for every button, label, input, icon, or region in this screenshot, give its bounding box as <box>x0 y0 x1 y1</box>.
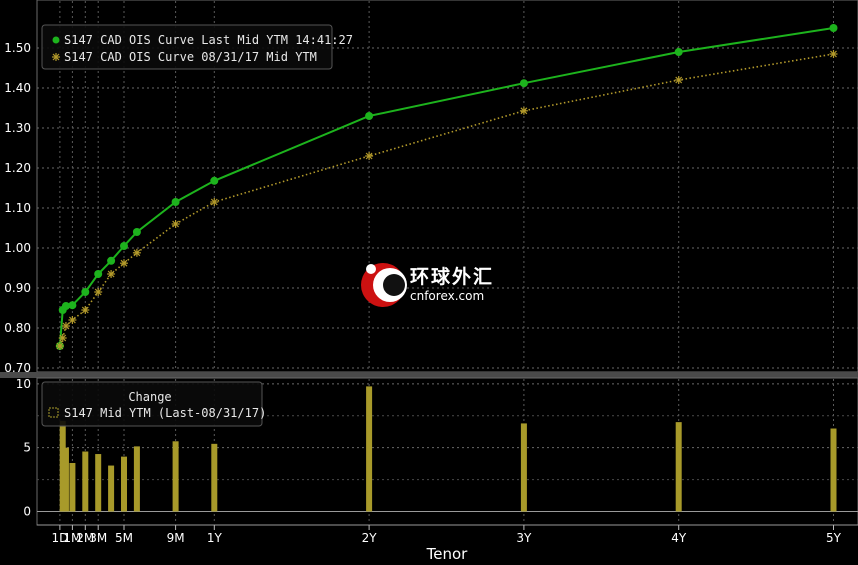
change-bar-9m <box>172 441 179 512</box>
bottom-y-tick-label: 10 <box>16 377 31 391</box>
x-tick-label: 3M <box>89 531 107 545</box>
legend-circle-marker-icon <box>52 36 60 44</box>
watermark-logo: 环球外汇 cnforex.com <box>361 263 494 307</box>
top-y-tick-label: 1.30 <box>4 121 31 135</box>
x-tick-label: 5M <box>115 531 133 545</box>
top-legend[interactable]: S147 CAD OIS Curve Last Mid YTM 14:41:27… <box>41 24 353 70</box>
previous-point-3m <box>94 288 103 296</box>
current-point-5m <box>120 242 128 250</box>
bottom-y-tick-label: 0 <box>23 505 31 519</box>
current-point-4m <box>107 256 116 265</box>
change-bar-1y <box>211 443 218 512</box>
change-bar-2y <box>366 386 373 512</box>
bottom-legend-title: Change <box>128 390 171 404</box>
previous-point-2y <box>365 152 374 160</box>
previous-point-1w <box>58 334 67 342</box>
previous-point-1d <box>55 342 64 350</box>
previous-point-4y <box>674 76 683 84</box>
legend-asterisk-marker-icon <box>52 53 60 61</box>
current-point-1m <box>68 301 77 310</box>
current-point-5y <box>829 24 838 32</box>
change-bar-4y <box>675 422 682 512</box>
top-y-tick-label: 1.50 <box>4 41 31 55</box>
x-tick-label: 5Y <box>826 531 842 545</box>
previous-point-3y <box>519 106 528 115</box>
legend-label-change: S147 Mid YTM (Last-08/31/17) <box>64 406 266 420</box>
top-panel-y-axis: 0.700.800.901.001.101.201.301.401.50 <box>4 41 31 375</box>
current-point-1y <box>210 176 219 185</box>
change-bar-2m <box>82 451 89 512</box>
watermark-chinese-text: 环球外汇 <box>410 265 494 288</box>
previous-point-5y <box>829 50 838 58</box>
current-point-6m <box>132 228 141 236</box>
current-point-9m <box>171 198 180 206</box>
x-tick-label: 2Y <box>362 531 378 545</box>
change-bar-2w <box>62 447 69 512</box>
panel-separator[interactable] <box>0 372 858 378</box>
x-tick-label: 9M <box>167 531 185 545</box>
x-tick-label: 1Y <box>207 531 223 545</box>
previous-point-1y <box>210 198 219 206</box>
legend-label-previous: S147 CAD OIS Curve 08/31/17 Mid YTM <box>64 50 317 64</box>
previous-point-6m <box>132 248 141 257</box>
top-y-tick-label: 1.40 <box>4 81 31 95</box>
previous-point-2m <box>81 306 90 314</box>
current-point-2m <box>81 288 90 296</box>
change-bar-4m <box>108 465 115 512</box>
bottom-legend[interactable]: Change S147 Mid YTM (Last-08/31/17) <box>41 381 266 427</box>
previous-point-9m <box>171 220 180 228</box>
legend-label-current: S147 CAD OIS Curve Last Mid YTM 14:41:27 <box>64 33 353 47</box>
change-bar-3m <box>95 454 102 512</box>
top-y-tick-label: 1.00 <box>4 241 31 255</box>
x-tick-label: 3Y <box>516 531 532 545</box>
previous-point-1m <box>68 316 77 324</box>
watermark-site-text: cnforex.com <box>410 289 484 303</box>
change-bar-6m <box>133 446 140 512</box>
change-bar-5m <box>121 456 127 512</box>
previous-point-4m <box>107 270 116 278</box>
chart-canvas: 0.700.800.901.001.101.201.301.401.50 051… <box>0 0 858 565</box>
x-axis-title: Tenor <box>426 545 469 563</box>
top-y-tick-label: 1.20 <box>4 161 31 175</box>
x-tick-label: 4Y <box>671 531 687 545</box>
previous-point-2w <box>61 322 70 330</box>
top-y-tick-label: 0.90 <box>4 281 31 295</box>
current-point-4y <box>674 48 683 56</box>
current-point-2y <box>365 112 374 120</box>
top-y-tick-label: 1.10 <box>4 201 31 215</box>
change-bar-3y <box>520 423 527 512</box>
change-bar-5y <box>830 428 837 512</box>
previous-point-5m <box>120 259 128 268</box>
top-y-tick-label: 0.80 <box>4 321 31 335</box>
change-bar-1m <box>69 462 76 512</box>
current-point-3m <box>94 270 103 278</box>
current-point-3y <box>519 79 528 88</box>
bottom-y-tick-label: 5 <box>23 441 31 455</box>
